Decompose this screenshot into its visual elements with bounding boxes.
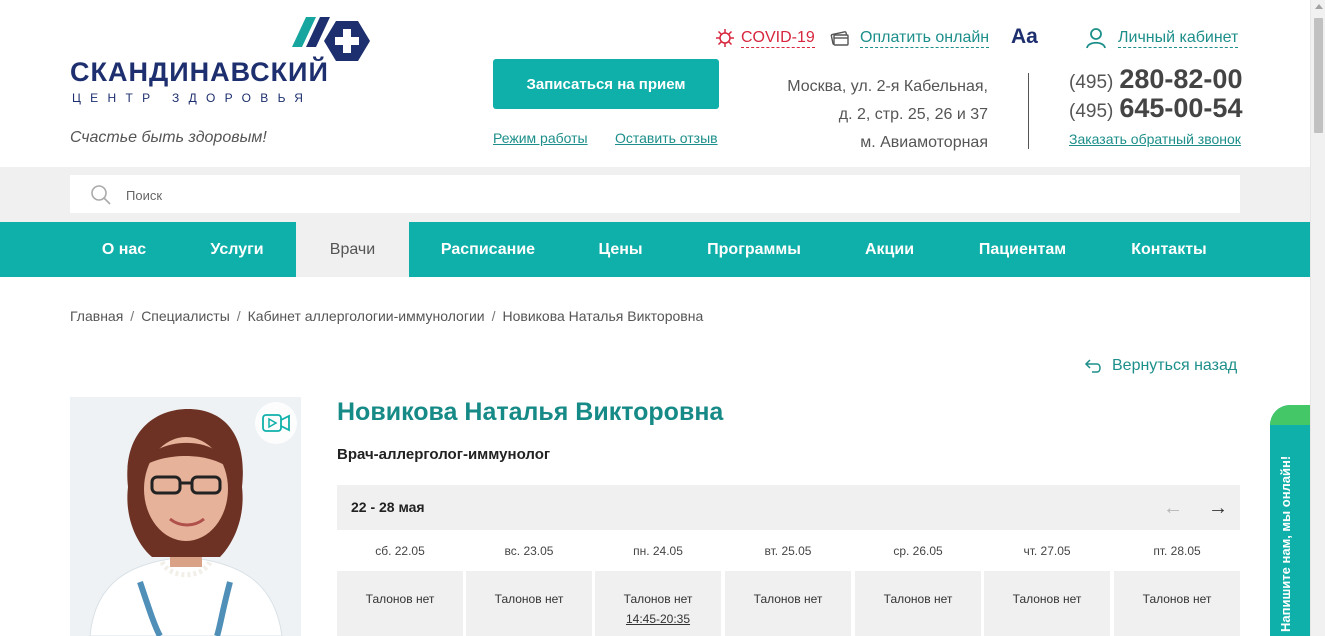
breadcrumb-separator: / <box>236 308 241 324</box>
nav-item-prices[interactable]: Цены <box>567 222 674 277</box>
logo-title: СКАНДИНАВСКИЙ <box>70 57 329 87</box>
video-icon <box>262 414 290 432</box>
slot-status: Талонов нет <box>1012 592 1082 606</box>
back-link[interactable]: Вернуться назад <box>1084 357 1237 375</box>
address-line: Москва, ул. 2-я Кабельная, <box>787 78 988 95</box>
day-header: ср. 26.05 <box>893 544 943 558</box>
day-header: пт. 28.05 <box>1153 544 1201 558</box>
page: СКАНДИНАВСКИЙ ЦЕНТР ЗДОРОВЬЯ Счастье быт… <box>0 0 1310 636</box>
phone-code: (495) <box>1069 101 1114 122</box>
phone-number[interactable]: (495) 645-00-54 <box>1069 93 1242 124</box>
address: Москва, ул. 2-я Кабельная, д. 2, стр. 25… <box>760 73 988 157</box>
phone-number[interactable]: (495) 280-82-00 <box>1069 64 1242 95</box>
day-header: пн. 24.05 <box>633 544 683 558</box>
breadcrumb: Главная / Специалисты / Кабинет аллергологии… <box>70 308 703 324</box>
slot-status: Талонов нет <box>365 592 435 606</box>
address-line: д. 2, стр. 25, 26 и 37 <box>838 106 988 123</box>
next-week-arrow-icon[interactable]: → <box>1208 497 1228 520</box>
nav-item-promotions[interactable]: Акции <box>834 222 945 277</box>
back-arrow-icon <box>1084 359 1101 373</box>
nav-item-about[interactable]: О нас <box>70 222 178 277</box>
slogan: Счастье быть здоровым! <box>70 129 267 146</box>
divider <box>1028 73 1029 149</box>
phone-code: (495) <box>1069 72 1114 93</box>
breadcrumb-current: Новикова Наталья Викторовна <box>502 308 704 324</box>
day-slot: Талонов нет <box>1114 571 1240 636</box>
phone-digits: 280-82-00 <box>1119 64 1243 94</box>
day-slot: Талонов нет <box>855 571 981 636</box>
card-icon <box>830 31 849 46</box>
leave-review-link[interactable]: Оставить отзыв <box>615 130 718 146</box>
breadcrumb-separator: / <box>130 308 135 324</box>
slot-status: Талонов нет <box>883 592 953 606</box>
day-header: чт. 27.05 <box>1023 544 1071 558</box>
covid-label: COVID-19 <box>741 28 815 48</box>
day-slot: Талонов нет 14:45-20:35 <box>595 571 721 636</box>
cabinet-label: Личный кабинет <box>1118 28 1239 48</box>
day-slot: Талонов нет <box>466 571 592 636</box>
phone-digits: 645-00-54 <box>1119 93 1243 123</box>
personal-cabinet-link[interactable]: Личный кабинет <box>1086 27 1239 49</box>
chat-widget-label[interactable]: Напишите нам, мы онлайн! <box>1278 456 1293 632</box>
slot-status: Талонов нет <box>1142 592 1212 606</box>
pay-online-link[interactable]: Оплатить онлайн <box>830 27 990 49</box>
breadcrumb-item[interactable]: Главная <box>70 308 123 324</box>
metro-station: м. Авиамоторная <box>860 134 988 151</box>
day-header: вс. 23.05 <box>504 544 554 558</box>
nav-item-schedule[interactable]: Расписание <box>409 222 567 277</box>
user-icon <box>1086 28 1106 49</box>
search-input[interactable] <box>126 184 1226 206</box>
covid-link[interactable]: COVID-19 <box>715 27 815 49</box>
slot-status: Талонов нет <box>494 592 564 606</box>
day-slot: Талонов нет <box>337 571 463 636</box>
day-slot: Талонов нет <box>725 571 851 636</box>
breadcrumb-item[interactable]: Кабинет аллергологии-иммунологии <box>248 308 485 324</box>
slot-status: Талонов нет <box>623 592 693 606</box>
search-icon[interactable] <box>90 184 112 206</box>
video-consultation-button[interactable] <box>255 402 297 444</box>
week-bar <box>337 485 1240 530</box>
slot-time-link[interactable]: 14:45-20:35 <box>595 609 721 629</box>
breadcrumb-item[interactable]: Специалисты <box>141 308 230 324</box>
doctor-name: Новикова Наталья Викторовна <box>337 398 724 426</box>
week-label: 22 - 28 мая <box>351 499 425 515</box>
appointment-button[interactable]: Записаться на прием <box>493 59 719 109</box>
logo-subtitle: ЦЕНТР ЗДОРОВЬЯ <box>72 91 313 105</box>
nav-item-patients[interactable]: Пациентам <box>945 222 1100 277</box>
scroll-up-arrow-icon[interactable] <box>1315 4 1323 9</box>
chat-widget-accent <box>1270 405 1310 425</box>
doctor-specialty: Врач-аллерголог-иммунолог <box>337 446 551 463</box>
day-header: сб. 22.05 <box>375 544 425 558</box>
nav-item-doctors[interactable]: Врачи <box>296 222 409 277</box>
day-slot: Талонов нет <box>984 571 1110 636</box>
working-hours-link[interactable]: Режим работы <box>493 130 588 146</box>
logo[interactable]: СКАНДИНАВСКИЙ ЦЕНТР ЗДОРОВЬЯ <box>70 15 380 110</box>
nav-item-services[interactable]: Услуги <box>178 222 296 277</box>
back-label: Вернуться назад <box>1112 357 1238 374</box>
day-header: вт. 25.05 <box>764 544 812 558</box>
pay-online-label: Оплатить онлайн <box>860 28 990 48</box>
callback-link[interactable]: Заказать обратный звонок <box>1069 131 1241 147</box>
prev-week-arrow-icon[interactable]: ← <box>1163 497 1183 520</box>
nav-item-programs[interactable]: Программы <box>674 222 834 277</box>
scrollbar-thumb[interactable] <box>1314 18 1323 133</box>
font-size-toggle[interactable]: Aa <box>1011 25 1038 49</box>
covid-icon <box>716 29 734 47</box>
breadcrumb-separator: / <box>491 308 496 324</box>
scrollbar[interactable] <box>1310 0 1325 636</box>
slot-status: Талонов нет <box>753 592 823 606</box>
main-nav: О нас Услуги Врачи Расписание Цены Прогр… <box>0 222 1310 277</box>
nav-item-contacts[interactable]: Контакты <box>1100 222 1238 277</box>
